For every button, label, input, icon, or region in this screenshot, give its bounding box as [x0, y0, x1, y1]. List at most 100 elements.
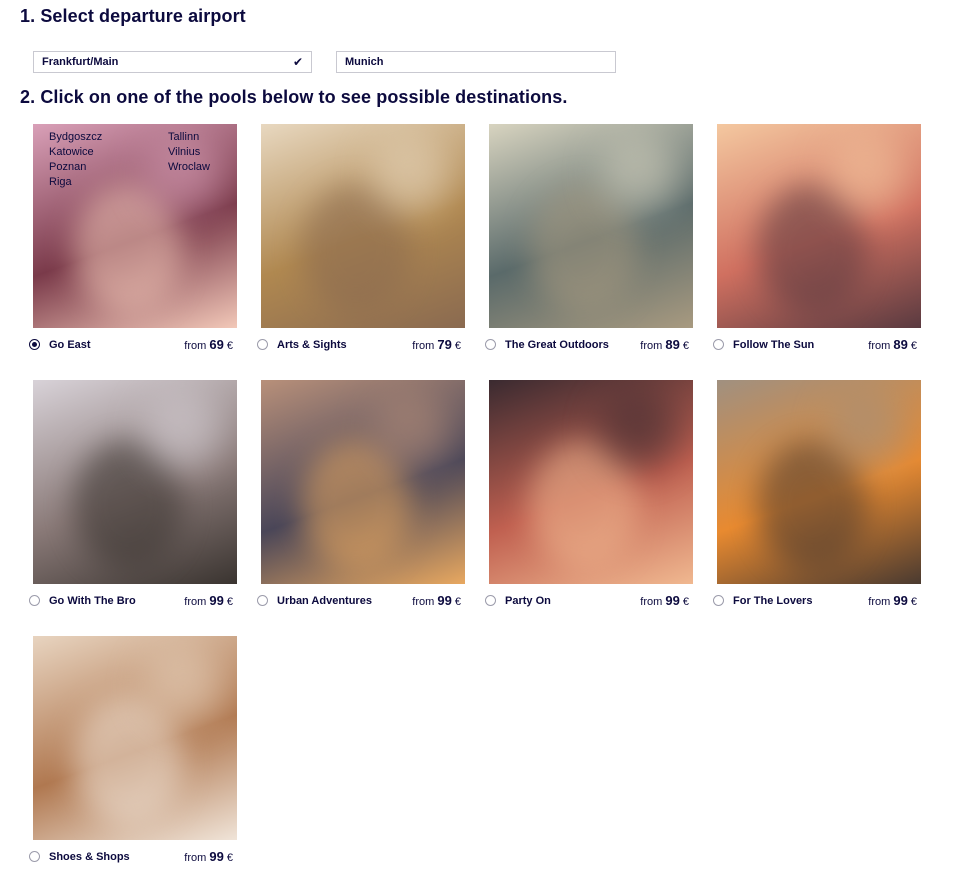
- checkmark-icon: ✔: [292, 55, 303, 69]
- destination-name: Tallinn: [168, 131, 200, 143]
- price-currency: €: [682, 340, 689, 352]
- pool-radio[interactable]: [257, 595, 268, 606]
- price-currency: €: [682, 596, 689, 608]
- destination-list: Bydgoszcz Tallinn Katowice Vilnius Poznan Wro…: [49, 130, 229, 190]
- price-currency: €: [454, 340, 461, 352]
- price-amount: 89: [893, 337, 908, 352]
- pool-price: from 89 €: [868, 335, 917, 356]
- price-prefix: from: [412, 340, 435, 352]
- price-prefix: from: [184, 852, 207, 864]
- pool-name: The Great Outdoors: [505, 339, 609, 351]
- pool-image[interactable]: [33, 380, 237, 584]
- image-texture: [143, 646, 223, 726]
- price-amount: 99: [893, 593, 908, 608]
- pool-radio[interactable]: [485, 595, 496, 606]
- price-prefix: from: [640, 596, 663, 608]
- pool-price: from 99 €: [412, 591, 461, 612]
- destination-name: Vilnius: [168, 146, 201, 158]
- price-amount: 99: [437, 593, 452, 608]
- pool-shoes-shops[interactable]: Shoes & Shops from 99 €: [29, 636, 237, 868]
- price-amount: 79: [437, 337, 452, 352]
- pool-radio[interactable]: [713, 339, 724, 350]
- pool-follow-the-sun[interactable]: Follow The Sun from 89 €: [713, 124, 921, 356]
- price-amount: 99: [665, 593, 680, 608]
- pool-name: For The Lovers: [733, 595, 813, 607]
- pool-price: from 69 €: [184, 335, 233, 356]
- pool-name: Shoes & Shops: [49, 851, 130, 863]
- price-amount: 99: [209, 593, 224, 608]
- pool-image[interactable]: [489, 124, 693, 328]
- airport-label: Munich: [345, 56, 384, 68]
- pool-radio[interactable]: [29, 851, 40, 862]
- pool-radio[interactable]: [257, 339, 268, 350]
- pool-label-row[interactable]: For The Lovers from 99 €: [713, 591, 921, 612]
- pool-for-the-lovers[interactable]: For The Lovers from 99 €: [713, 380, 921, 612]
- pool-label-row[interactable]: Go With The Bro from 99 €: [29, 591, 237, 612]
- pool-go-east[interactable]: Bydgoszcz Tallinn Katowice Vilnius Poznan Wro…: [29, 124, 237, 356]
- pool-go-with-the-bro[interactable]: Go With The Bro from 99 €: [29, 380, 237, 612]
- pool-label-row[interactable]: Urban Adventures from 99 €: [257, 591, 465, 612]
- destination-name: Katowice: [49, 146, 94, 158]
- price-prefix: from: [184, 340, 207, 352]
- pool-radio[interactable]: [485, 339, 496, 350]
- pool-name: Follow The Sun: [733, 339, 815, 351]
- airport-option-frankfurt[interactable]: Frankfurt/Main ✔: [33, 51, 312, 73]
- price-currency: €: [910, 340, 917, 352]
- image-texture: [599, 134, 679, 214]
- price-amount: 69: [209, 337, 224, 352]
- price-currency: €: [226, 340, 233, 352]
- pool-image[interactable]: Bydgoszcz Tallinn Katowice Vilnius Poznan Wro…: [33, 124, 237, 328]
- pool-the-great-outdoors[interactable]: The Great Outdoors from 89 €: [485, 124, 693, 356]
- pool-price: from 99 €: [184, 591, 233, 612]
- price-prefix: from: [868, 596, 891, 608]
- pool-name: Urban Adventures: [277, 595, 372, 607]
- pool-name: Go East: [49, 339, 91, 351]
- image-texture: [827, 134, 907, 214]
- step2-title: 2. Click on one of the pools below to se…: [20, 87, 568, 107]
- pool-label-row[interactable]: Shoes & Shops from 99 €: [29, 847, 237, 868]
- price-currency: €: [910, 596, 917, 608]
- pool-label-row[interactable]: Follow The Sun from 89 €: [713, 335, 921, 356]
- price-prefix: from: [184, 596, 207, 608]
- pool-price: from 99 €: [868, 591, 917, 612]
- pool-image[interactable]: [717, 380, 921, 584]
- pool-label-row[interactable]: The Great Outdoors from 89 €: [485, 335, 693, 356]
- pool-name: Arts & Sights: [277, 339, 347, 351]
- price-prefix: from: [412, 596, 435, 608]
- pool-image[interactable]: [717, 124, 921, 328]
- pool-label-row[interactable]: Go East from 69 €: [29, 335, 237, 356]
- price-prefix: from: [640, 340, 663, 352]
- pool-urban-adventures[interactable]: Urban Adventures from 99 €: [257, 380, 465, 612]
- destination-name: Bydgoszcz: [49, 131, 103, 143]
- pool-radio[interactable]: [29, 339, 40, 350]
- pool-radio[interactable]: [29, 595, 40, 606]
- image-texture: [827, 390, 907, 470]
- pool-name: Go With The Bro: [49, 595, 136, 607]
- price-prefix: from: [868, 340, 891, 352]
- pool-party-on[interactable]: Party On from 99 €: [485, 380, 693, 612]
- pool-image[interactable]: [33, 636, 237, 840]
- pool-name: Party On: [505, 595, 551, 607]
- image-texture: [371, 134, 451, 214]
- pool-radio[interactable]: [713, 595, 724, 606]
- price-currency: €: [454, 596, 461, 608]
- pool-arts-sights[interactable]: Arts & Sights from 79 €: [257, 124, 465, 356]
- airport-option-munich[interactable]: Munich: [336, 51, 616, 73]
- price-currency: €: [226, 596, 233, 608]
- pool-price: from 99 €: [184, 847, 233, 868]
- price-amount: 99: [209, 849, 224, 864]
- pool-image[interactable]: [261, 124, 465, 328]
- price-amount: 89: [665, 337, 680, 352]
- pool-image[interactable]: [489, 380, 693, 584]
- pool-image[interactable]: [261, 380, 465, 584]
- pool-label-row[interactable]: Arts & Sights from 79 €: [257, 335, 465, 356]
- pool-label-row[interactable]: Party On from 99 €: [485, 591, 693, 612]
- destination-name: Poznan: [49, 161, 87, 173]
- pool-price: from 79 €: [412, 335, 461, 356]
- pool-price: from 89 €: [640, 335, 689, 356]
- pool-price: from 99 €: [640, 591, 689, 612]
- destination-name: Wroclaw: [168, 161, 210, 173]
- airport-label: Frankfurt/Main: [42, 56, 119, 68]
- destination-name: Riga: [49, 176, 72, 188]
- step1-title: 1. Select departure airport: [20, 6, 246, 26]
